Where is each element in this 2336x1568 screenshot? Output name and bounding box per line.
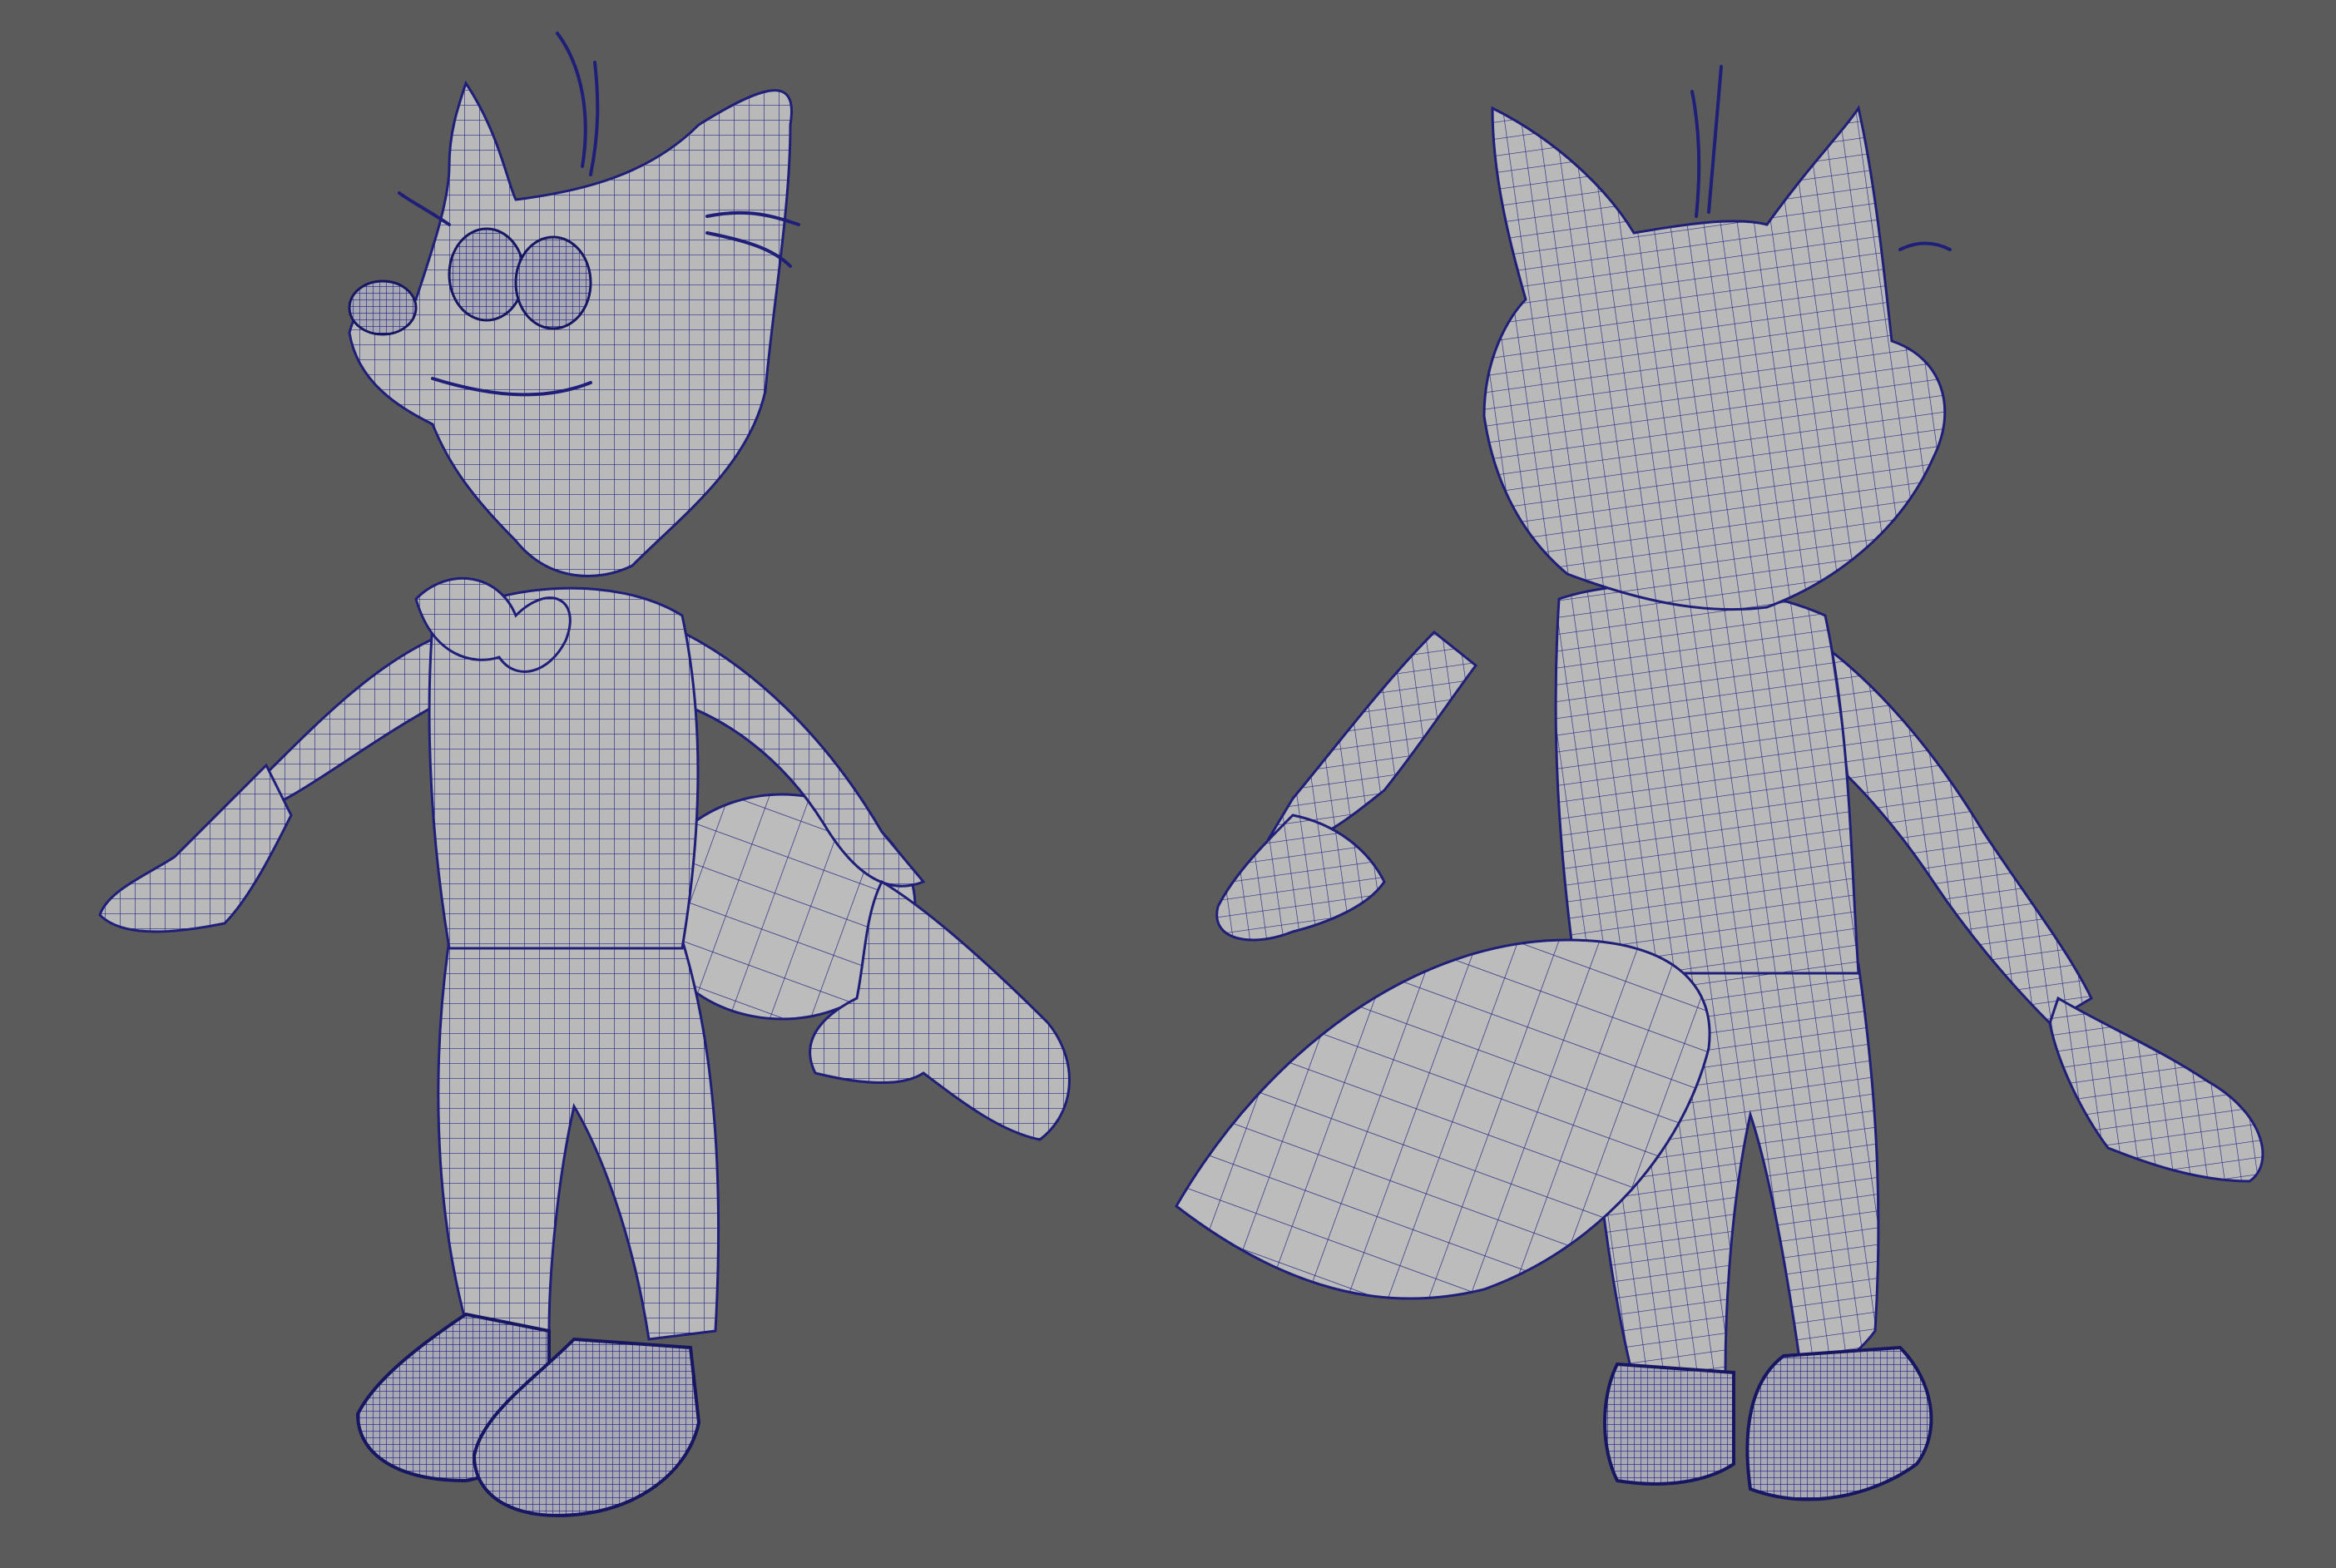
left-shoe-mesh — [1603, 1362, 1735, 1486]
3d-viewport[interactable] — [0, 0, 2336, 1568]
hair-strand — [1707, 65, 1723, 214]
left-arm-mesh — [247, 630, 452, 818]
hair-strand — [589, 61, 600, 176]
right-hand-mesh — [2048, 996, 2264, 1183]
pants-mesh — [437, 938, 720, 1341]
nose-mesh — [348, 279, 418, 336]
head-mesh — [348, 80, 793, 577]
whisker — [1898, 241, 1952, 251]
left-arm-mesh — [1265, 630, 1478, 846]
right-eye-mesh — [514, 235, 592, 330]
head-mesh — [1482, 105, 1947, 611]
torso-mesh — [1554, 583, 1860, 975]
hair-strand — [1690, 90, 1701, 218]
right-shoe-mesh — [1745, 1345, 1933, 1501]
hair-strand — [556, 32, 587, 168]
left-hand-mesh — [1215, 814, 1386, 942]
left-hand-mesh — [98, 763, 293, 933]
whisker — [398, 191, 451, 226]
front-view-model[interactable] — [0, 0, 1168, 1568]
left-eye-mesh — [448, 227, 526, 322]
back-view-model[interactable] — [1168, 0, 2336, 1568]
